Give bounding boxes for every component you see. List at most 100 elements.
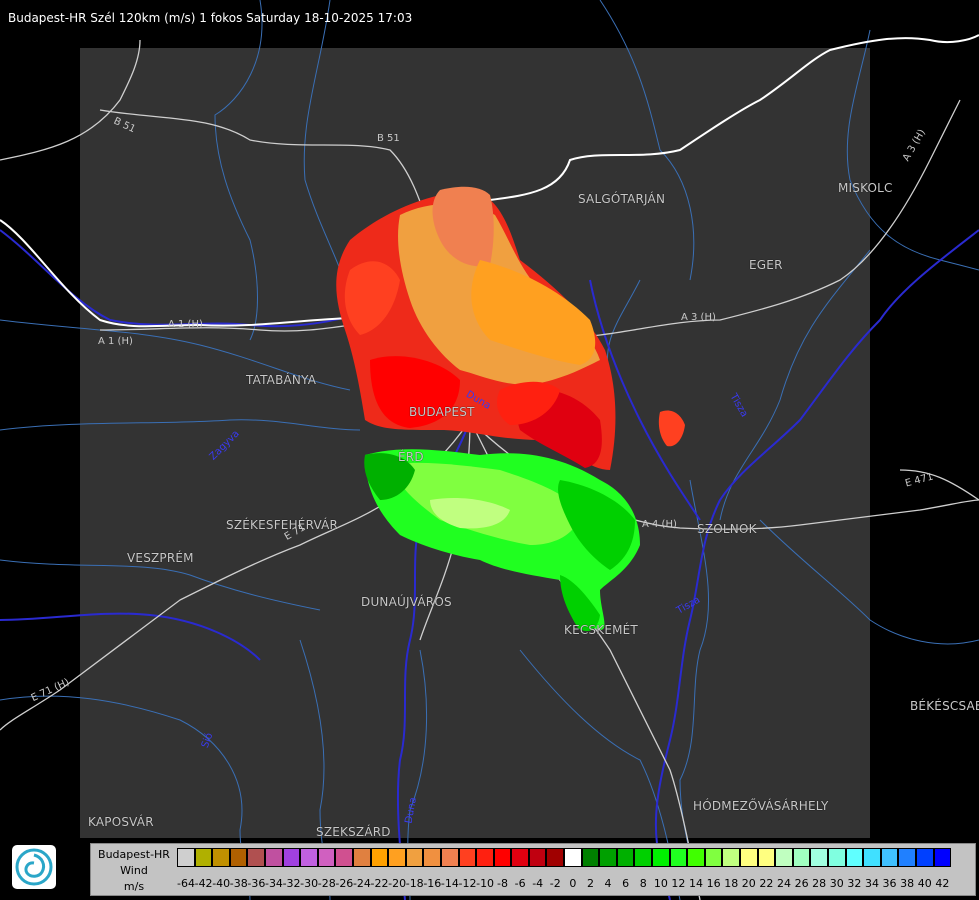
legend-swatch — [212, 848, 230, 867]
legend-swatch — [352, 848, 371, 867]
legend-swatch — [423, 848, 441, 867]
legend-swatch — [440, 848, 459, 867]
radar-coverage-area — [80, 48, 870, 838]
city-label: BUDAPEST — [409, 405, 475, 419]
city-label: BÉKÉSCSABA — [910, 699, 979, 713]
legend-swatch — [863, 848, 881, 867]
legend-tick-label: -38 — [229, 877, 248, 890]
legend-tick-label: -64 — [177, 877, 195, 890]
legend-tick-label: -28 — [317, 877, 336, 890]
legend-swatch — [511, 848, 529, 867]
legend-swatch — [388, 848, 406, 867]
city-label: SZOLNOK — [697, 522, 757, 536]
city-label: MISKOLC — [838, 181, 893, 195]
legend-tick-label: 38 — [900, 877, 915, 890]
swirl-logo-icon — [15, 848, 53, 886]
legend-swatch — [528, 848, 547, 867]
city-label: KAPOSVÁR — [88, 815, 154, 829]
page-title: Budapest-HR Szél 120km (m/s) 1 fokos Sat… — [8, 11, 413, 25]
legend-tick-label: -18 — [405, 877, 424, 890]
legend-tick-label: 6 — [622, 877, 630, 890]
legend-tick-label: 14 — [689, 877, 704, 890]
legend-swatch — [581, 848, 600, 867]
legend-swatch — [792, 848, 811, 867]
legend-swatch — [370, 848, 389, 867]
legend-swatch — [669, 848, 688, 867]
legend-title: Budapest-HR — [98, 848, 170, 861]
legend-tick-label: 28 — [812, 877, 827, 890]
legend-swatch — [300, 848, 318, 867]
legend-tick-label: -14 — [440, 877, 459, 890]
legend-swatch — [493, 848, 512, 867]
legend-swatches — [177, 848, 952, 867]
legend-swatch — [599, 848, 617, 867]
legend-quantity: Wind — [120, 864, 148, 877]
city-label: HÓDMEZŐVÁSÁRHELY — [693, 799, 829, 813]
city-label: TATABÁNYA — [246, 373, 317, 387]
legend-swatch — [810, 848, 828, 867]
city-label: VESZPRÉM — [127, 551, 194, 565]
legend-tick-label: 20 — [741, 877, 756, 890]
legend-swatch — [616, 848, 635, 867]
legend-tick-label: -8 — [497, 877, 508, 890]
city-label: SZÉKESFEHÉRVÁR — [226, 518, 339, 532]
city-label: ÉRD — [398, 450, 424, 464]
legend-tick-label: 10 — [653, 877, 668, 890]
legend-swatch — [898, 848, 916, 867]
legend-tick-label: 30 — [829, 877, 844, 890]
legend-swatch — [264, 848, 283, 867]
city-label: DUNAÚJVÁROS — [361, 595, 452, 609]
legend-tick-label: 40 — [917, 877, 932, 890]
legend-swatch — [317, 848, 336, 867]
legend-tick-label: 16 — [706, 877, 721, 890]
legend-swatch — [827, 848, 846, 867]
legend-swatch — [704, 848, 723, 867]
legend-tick-label: -4 — [532, 877, 544, 890]
legend-swatch — [335, 848, 353, 867]
legend-tick-label: -34 — [264, 877, 283, 890]
city-label: KECSKEMÉT — [564, 623, 638, 637]
legend-swatch — [775, 848, 793, 867]
legend-swatch — [880, 848, 899, 867]
legend-tick-label: -36 — [247, 877, 266, 890]
legend-tick-label: 32 — [847, 877, 862, 890]
radar-map — [0, 0, 979, 900]
legend-swatch — [740, 848, 758, 867]
legend-swatch — [915, 848, 934, 867]
legend-tick-label: 2 — [586, 877, 594, 890]
legend-swatch — [282, 848, 301, 867]
legend-swatch — [687, 848, 705, 867]
legend-tick-label: 8 — [639, 877, 647, 890]
legend-swatch — [845, 848, 864, 867]
legend-tick-label: -10 — [476, 877, 495, 890]
legend-ticks: -64 -42 -40 -38 -36 -34 -32 -30 -28 -26 -24 -22 -20-… — [177, 877, 951, 890]
legend-tick-label: -30 — [300, 877, 319, 890]
legend-tick-label: -2 — [549, 877, 561, 890]
legend-tick-label: -24 — [352, 877, 371, 890]
legend-swatch — [229, 848, 248, 867]
legend-tick-label: -26 — [335, 877, 354, 890]
legend-tick-label: 36 — [882, 877, 897, 890]
road-label: B 51 — [377, 133, 400, 144]
legend-swatch — [933, 848, 952, 867]
legend-tick-label: -6 — [514, 877, 526, 890]
met-service-logo — [12, 845, 56, 889]
legend-swatch — [652, 848, 670, 867]
road-label: A 3 (H) — [681, 312, 716, 323]
legend-swatch — [458, 848, 477, 867]
city-label: SALGÓTARJÁN — [578, 192, 666, 206]
legend-tick-label: 18 — [724, 877, 739, 890]
legend-tick-label: 24 — [776, 877, 791, 890]
legend-tick-label: -42 — [194, 877, 213, 890]
legend-tick-label: 4 — [604, 877, 612, 890]
legend-tick-label: 34 — [864, 877, 879, 890]
legend-swatch — [476, 848, 494, 867]
city-label: SZEKSZÁRD — [316, 825, 391, 839]
legend-swatch — [757, 848, 776, 867]
legend-swatch — [564, 848, 582, 867]
road-label: A 4 (H) — [642, 519, 677, 530]
road-label: A 1 (H) — [98, 336, 133, 347]
legend-swatch — [722, 848, 740, 867]
legend-tick-label: 26 — [794, 877, 809, 890]
legend-swatch — [194, 848, 213, 867]
